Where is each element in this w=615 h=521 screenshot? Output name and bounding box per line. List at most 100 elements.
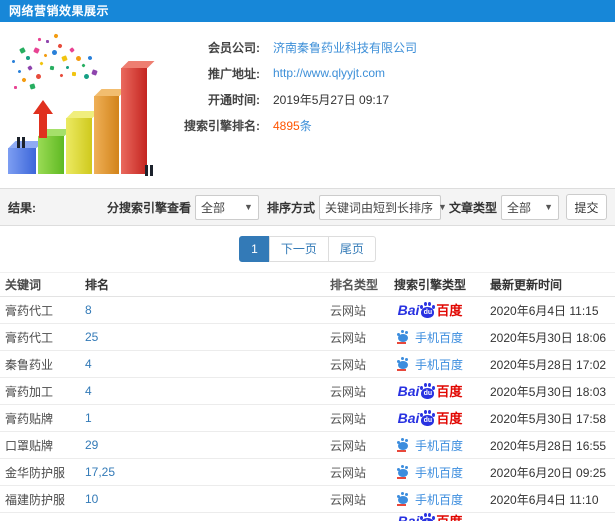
last-page-button[interactable]: 尾页 — [327, 236, 376, 262]
updated-cell: 2020年5月28日 17:02 — [490, 357, 607, 372]
filter-bar: 结果: 分搜索引擎查看 全部 ▼ 排序方式 关键词由短到长排序 ▼ 文章类型 全… — [0, 188, 615, 226]
rank-link[interactable]: 4 — [85, 384, 92, 398]
mobile-baidu-icon — [396, 491, 411, 506]
submit-button[interactable]: 提交 — [566, 194, 607, 220]
updated-cell: 2020年5月30日 17:58 — [490, 411, 607, 426]
rank-count-unit: 条 — [299, 118, 312, 133]
page-title: 网络营销效果展示 — [9, 4, 110, 18]
mobile-baidu-icon — [396, 464, 411, 479]
baidu-pc-logo[interactable]: Baidu百度 — [398, 383, 462, 399]
table-row: 膏药代工 25 云网站 手机百度 2020年5月30日 18:06 — [0, 324, 615, 351]
confetti-dot — [19, 47, 26, 54]
rank-type-cell: 云网站 — [330, 465, 367, 480]
chevron-down-icon: ▼ — [438, 202, 447, 212]
updated-cell: 2020年5月30日 18:03 — [490, 384, 607, 399]
confetti-dot — [65, 65, 70, 70]
promo-url-link[interactable]: http://www.qlyyjt.com — [273, 66, 385, 80]
confetti-dot — [82, 72, 91, 81]
baidu-pc-logo[interactable]: Baidu百度 — [398, 302, 462, 318]
confetti-dot — [53, 33, 59, 39]
mobile-baidu-icon — [396, 356, 411, 371]
rank-link[interactable]: 1 — [85, 411, 92, 425]
keyword-cell: 秦鲁药业 — [5, 357, 54, 372]
pagination-section: 1 下一页 尾页 — [0, 226, 615, 272]
header-rank-type: 排名类型 — [330, 278, 379, 292]
rank-count-value: 4895 — [273, 118, 300, 133]
confetti-dot — [21, 77, 27, 83]
engine-view-label: 分搜索引擎查看 — [106, 200, 191, 215]
updated-cell: 2020年6月4日 11:15 — [490, 303, 599, 318]
keyword-cell: 膏药代工 — [5, 330, 54, 345]
chevron-down-icon: ▼ — [544, 202, 553, 212]
rank-type-cell: 云网站 — [330, 330, 367, 345]
mobile-baidu-link[interactable]: 手机百度 — [415, 493, 463, 507]
confetti-dot — [71, 71, 77, 77]
baidu-paw-icon: du — [420, 302, 436, 318]
info-row-rank-count: 搜索引擎排名: 4895条 — [172, 112, 615, 138]
info-row-company: 会员公司: 济南秦鲁药业科技有限公司 — [172, 34, 615, 60]
confetti-dot — [50, 48, 59, 57]
keyword-cell: 膏药贴牌 — [5, 411, 54, 426]
header-keyword: 关键词 — [5, 278, 42, 292]
mobile-baidu-link[interactable]: 手机百度 — [415, 439, 463, 453]
confetti-dot — [61, 55, 68, 62]
updated-cell: 2020年5月28日 16:55 — [490, 438, 607, 453]
rank-count-label: 搜索引擎排名: — [184, 118, 260, 133]
rank-link[interactable]: 10 — [85, 492, 98, 506]
company-link[interactable]: 济南秦鲁药业科技有限公司 — [273, 41, 417, 55]
keyword-rank-table: 关键词 排名 排名类型 搜索引擎类型 最新更新时间 膏药代工 8 云网站 Bai… — [0, 272, 615, 521]
confetti-dot — [57, 43, 63, 49]
table-row: 膏药代工 8 云网站 Bai du 百度 2020年6月4日 11:15 — [0, 297, 615, 324]
confetti-dot — [45, 39, 50, 44]
keyword-cell: 口罩贴牌 — [5, 438, 54, 453]
confetti-dot — [39, 61, 44, 66]
table-row: 膏药加工 4 云网站 Bai du 百度 2020年5月30日 18:03 — [0, 378, 615, 405]
table-row: 秦鲁药业 4 云网站 手机百度 2020年5月28日 17:02 — [0, 351, 615, 378]
clipart-bar-green — [38, 136, 64, 174]
baidu-paw-icon: du — [420, 410, 436, 426]
mobile-baidu-link[interactable]: 手机百度 — [415, 331, 463, 345]
company-label: 会员公司: — [208, 40, 260, 55]
rank-link[interactable]: 4 — [85, 357, 92, 371]
keyword-cell: 福建防护服 — [5, 492, 66, 507]
keyword-cell: 膏药加工 — [5, 384, 54, 399]
table-header-row: 关键词 排名 排名类型 搜索引擎类型 最新更新时间 — [0, 272, 615, 297]
growth-arrow-icon — [33, 98, 53, 138]
page-1-button[interactable]: 1 — [239, 236, 270, 262]
confetti-dot — [14, 86, 17, 89]
table-row: 口罩贴牌 29 云网站 手机百度 2020年5月28日 16:55 — [0, 432, 615, 459]
sort-select[interactable]: 关键词由短到长排序 ▼ — [318, 194, 447, 220]
businessman-figure — [14, 137, 28, 148]
keyword-cell: 膏药代工 — [5, 303, 54, 318]
engine-view-select[interactable]: 全部 ▼ — [194, 194, 259, 220]
baidu-pc-logo[interactable]: Baidu百度 — [398, 410, 462, 426]
header-engine-type: 搜索引擎类型 — [393, 278, 466, 292]
confetti-dot — [29, 83, 36, 90]
member-info-list: 会员公司: 济南秦鲁药业科技有限公司 推广地址: http://www.qlyy… — [172, 22, 615, 188]
confetti-dot — [69, 47, 75, 53]
rank-link[interactable]: 8 — [85, 303, 92, 317]
article-type-label: 文章类型 — [448, 200, 497, 215]
next-page-button[interactable]: 下一页 — [268, 236, 329, 262]
mobile-baidu-link[interactable]: 手机百度 — [415, 358, 463, 372]
clipart-bar-red — [121, 68, 147, 174]
sort-label: 排序方式 — [266, 200, 315, 215]
result-label: 结果: — [8, 200, 36, 215]
updated-cell: 2020年5月30日 18:06 — [490, 330, 607, 345]
confetti-dot — [11, 59, 16, 64]
rank-link[interactable]: 17,25 — [85, 465, 115, 479]
article-type-select[interactable]: 全部 ▼ — [501, 194, 559, 220]
rank-link[interactable]: 29 — [85, 438, 98, 452]
rank-type-cell: 云网站 — [330, 492, 367, 507]
table-row: 福建防护服 10 云网站 手机百度 2020年6月4日 11:10 — [0, 486, 615, 513]
open-time-label: 开通时间: — [208, 92, 260, 107]
rank-type-cell: 云网站 — [330, 384, 367, 399]
table-row: 膏药贴牌 1 云网站 Bai du 百度 2020年5月30日 17:58 — [0, 405, 615, 432]
confetti-dot — [37, 37, 42, 42]
confetti-dot — [27, 65, 33, 71]
baidu-paw-icon: du — [420, 383, 436, 399]
mobile-baidu-link[interactable]: 手机百度 — [415, 466, 463, 480]
confetti-dot — [43, 53, 48, 58]
confetti-dot — [35, 73, 42, 80]
rank-link[interactable]: 25 — [85, 330, 98, 344]
